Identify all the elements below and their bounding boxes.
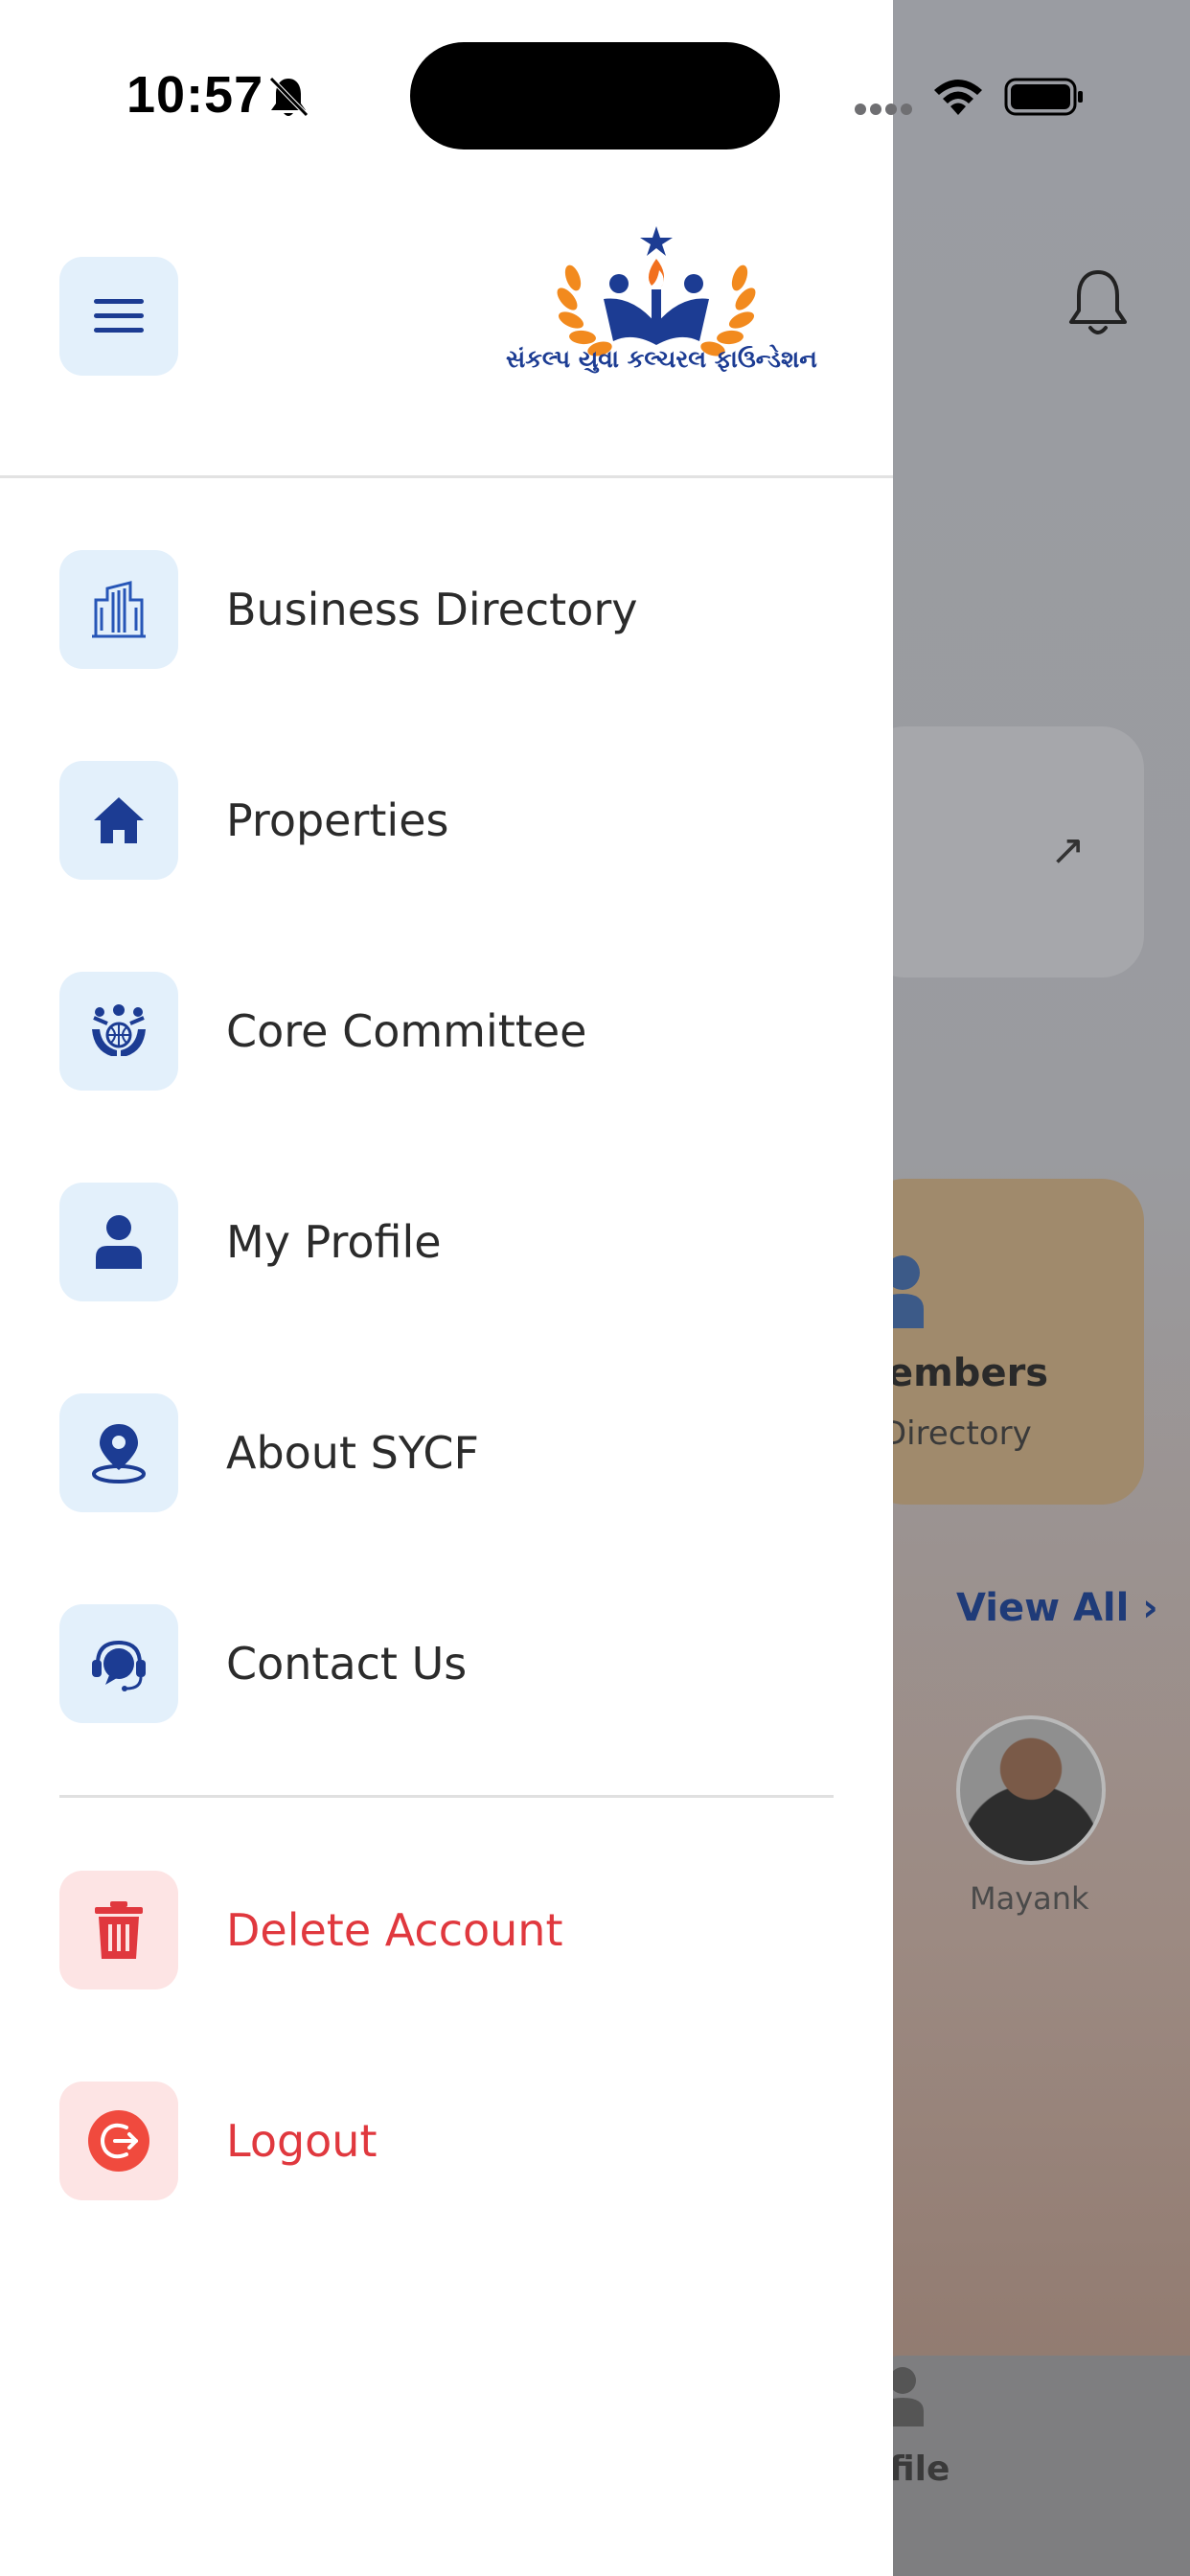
menu-divider [59,1795,834,1798]
menu-item-label: Logout [226,2115,378,2167]
menu-item-label: Core Committee [226,1005,587,1057]
view-all-link: View All › [956,1586,1158,1630]
card-subtitle: Directory [881,1414,1032,1453]
bell-slash-icon [269,77,309,117]
menu-tile [59,550,178,669]
menu-tile [59,2082,178,2200]
notification-bell-icon [1069,270,1127,334]
menu-button[interactable] [59,257,178,376]
navigation-drawer: સંકલ્પ યુવા કલ્ચરલ ફાઉન્ડેશન Business Di… [0,0,893,2576]
home-icon [94,797,144,843]
members-directory-card [862,1179,1144,1505]
menu-tile [59,1393,178,1512]
signal-icon [855,104,912,115]
location-pin-icon [92,1424,146,1484]
menu-item-label: Business Directory [226,584,638,635]
menu-item-label: Properties [226,794,449,846]
user-icon [96,1215,142,1269]
tab-profile-label: file [889,2450,950,2489]
wifi-icon [934,80,982,115]
building-icon [92,581,146,638]
dynamic-island [410,42,780,150]
trash-icon [95,1901,143,1959]
menu-tile [59,761,178,880]
menu-item-label: About SYCF [226,1427,479,1479]
menu-item-delete-account[interactable]: Delete Account [59,1871,826,1990]
menu-tile [59,1604,178,1723]
menu-item-label: Contact Us [226,1638,468,1690]
menu-item-label: My Profile [226,1216,442,1268]
menu-tile [59,1183,178,1301]
menu-item-core-committee[interactable]: Core Committee [59,972,826,1091]
menu-tile [59,1871,178,1990]
menu-item-my-profile[interactable]: My Profile [59,1183,826,1301]
menu-item-logout[interactable]: Logout [59,2082,826,2200]
arrow-up-right-icon: ↗ [1050,826,1086,875]
logout-icon [88,2110,149,2172]
avatar [956,1715,1106,1865]
member-name: Mayank [970,1880,1089,1917]
menu-item-about-sycf[interactable]: About SYCF [59,1393,826,1512]
card-title: embers [887,1351,1049,1395]
hamburger-icon [94,299,144,333]
logo-caption: સંકલ્પ યુવા કલ્ચરલ ફાઉન્ડેશન [506,345,817,373]
menu-item-label: Delete Account [226,1904,563,1956]
menu-tile [59,972,178,1091]
background-card [862,726,1144,978]
status-time: 10:57 [126,66,264,124]
menu-item-properties[interactable]: Properties [59,761,826,880]
header-divider [0,475,893,478]
headset-icon [92,1640,146,1691]
battery-icon [1004,78,1083,116]
menu-item-contact-us[interactable]: Contact Us [59,1604,826,1723]
menu-item-business-directory[interactable]: Business Directory [59,550,826,669]
committee-icon [92,1004,146,1056]
